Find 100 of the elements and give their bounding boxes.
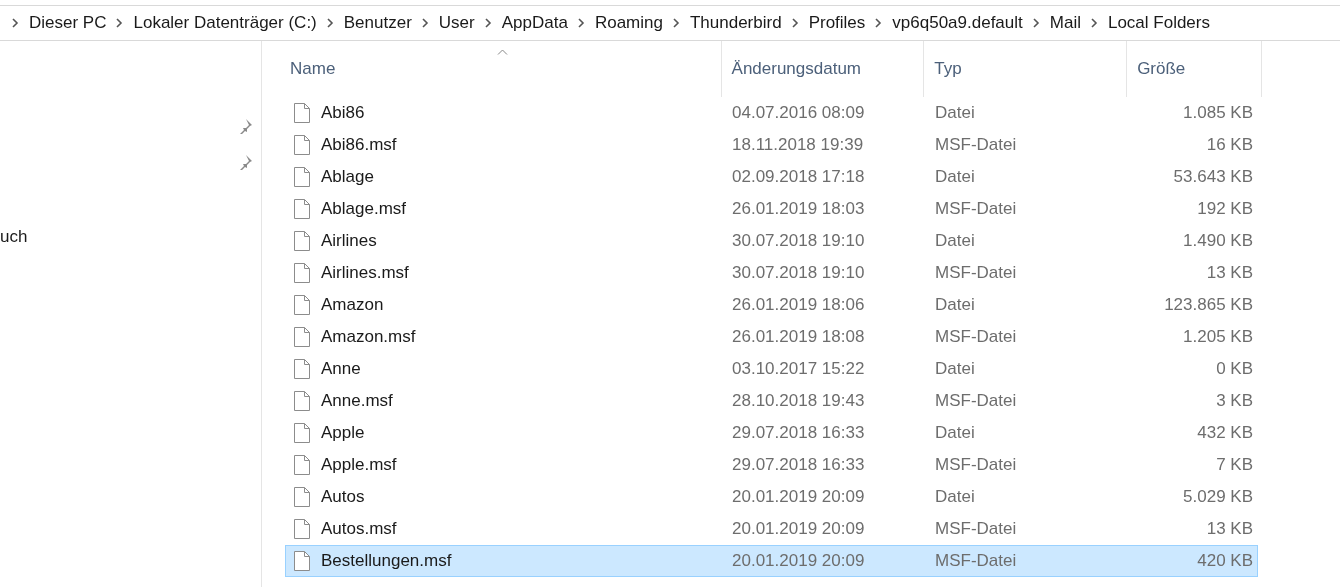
type-cell-text: MSF-Datei	[934, 518, 1018, 541]
file-name: Airlines.msf	[321, 262, 409, 285]
type-cell-text: Datei	[934, 422, 976, 445]
date-cell-text: 03.10.2017 15:22	[731, 358, 866, 381]
file-name: Bestellungen.msf	[321, 550, 452, 573]
file-name: Amazon	[321, 294, 384, 317]
address-bar[interactable]: Dieser PC Lokaler Datenträger (C:) Benutzer User AppData Roaming Thunderbird Profiles vp6q50a9.default Mail Local Folders	[0, 5, 1340, 41]
type-cell-text: MSF-Datei	[934, 454, 1018, 477]
file-icon	[293, 326, 311, 348]
chevron-icon	[577, 18, 585, 28]
file-icon	[293, 518, 311, 540]
date-cell-text: 18.11.2018 19:39	[731, 134, 865, 157]
file-row[interactable]: Abi86 04.07.2016 08:09 Datei 1.085 KB	[285, 97, 1258, 129]
file-icon	[293, 454, 311, 476]
file-row[interactable]: Amazon.msf 26.01.2019 18:08 MSF-Datei 1.205 KB	[285, 321, 1258, 353]
file-name: Abi86	[321, 102, 365, 125]
chevron-icon	[421, 18, 429, 28]
date-cell-text: 30.07.2018 19:10	[731, 230, 866, 253]
file-row[interactable]: Airlines.msf 30.07.2018 19:10 MSF-Datei 13 KB	[285, 257, 1258, 289]
file-name: Airlines	[321, 230, 377, 253]
breadcrumb-item[interactable]: User	[438, 10, 475, 36]
date-cell-text: 02.09.2018 17:18	[731, 166, 866, 189]
size-cell-text: 13 KB	[1205, 518, 1253, 541]
file-row[interactable]: Autos 20.01.2019 20:09 Datei 5.029 KB	[285, 481, 1258, 513]
breadcrumb-item[interactable]: AppData	[501, 10, 568, 36]
column-header[interactable]: Änderungsdatum	[721, 41, 925, 97]
breadcrumb-item[interactable]: Mail	[1049, 10, 1081, 36]
size-cell-text: 1.205 KB	[1182, 326, 1253, 349]
file-icon	[293, 390, 311, 412]
breadcrumb-item[interactable]: Thunderbird	[689, 10, 782, 36]
file-icon	[293, 262, 311, 284]
type-cell-text: MSF-Datei	[934, 390, 1018, 413]
chevron-icon	[1090, 18, 1098, 28]
file-icon	[293, 486, 311, 508]
file-name: Apple.msf	[321, 454, 397, 477]
date-cell-text: 29.07.2018 16:33	[731, 422, 866, 445]
date-cell-text: 04.07.2016 08:09	[731, 102, 866, 125]
size-cell-text: 1.085 KB	[1182, 102, 1253, 125]
size-cell-text: 7 KB	[1215, 454, 1253, 477]
breadcrumb-item[interactable]: vp6q50a9.default	[892, 10, 1023, 36]
file-row[interactable]: Anne 03.10.2017 15:22 Datei 0 KB	[285, 353, 1258, 385]
file-icon	[293, 134, 311, 156]
type-cell-text: MSF-Datei	[934, 550, 1018, 573]
file-name: Abi86.msf	[321, 134, 397, 157]
type-cell-text: Datei	[934, 486, 976, 509]
date-cell-text: 20.01.2019 20:09	[731, 518, 866, 541]
chevron-icon	[116, 18, 124, 28]
file-icon	[293, 102, 311, 124]
size-cell-text: 1.490 KB	[1182, 230, 1253, 253]
chevron-icon	[672, 18, 680, 28]
size-cell-text: 420 KB	[1196, 550, 1253, 573]
file-icon	[293, 166, 311, 188]
file-row[interactable]: Ablage 02.09.2018 17:18 Datei 53.643 KB	[285, 161, 1258, 193]
file-row[interactable]: Airlines 30.07.2018 19:10 Datei 1.490 KB	[285, 225, 1258, 257]
file-row[interactable]: Autos.msf 20.01.2019 20:09 MSF-Datei 13 KB	[285, 513, 1258, 545]
file-icon	[293, 198, 311, 220]
size-cell-text: 192 KB	[1196, 198, 1253, 221]
size-cell-text: 5.029 KB	[1182, 486, 1253, 509]
size-cell-text: 432 KB	[1196, 422, 1253, 445]
type-cell-text: Datei	[934, 230, 976, 253]
size-cell-text: 3 KB	[1215, 390, 1253, 413]
type-cell-text: Datei	[934, 294, 976, 317]
chevron-icon	[1032, 18, 1040, 28]
file-row[interactable]: Apple 29.07.2018 16:33 Datei 432 KB	[285, 417, 1258, 449]
size-cell-text: 16 KB	[1205, 134, 1253, 157]
file-row[interactable]: Amazon 26.01.2019 18:06 Datei 123.865 KB	[285, 289, 1258, 321]
chevron-icon	[12, 18, 19, 28]
chevron-icon	[875, 18, 883, 28]
type-cell-text: Datei	[934, 358, 976, 381]
file-row[interactable]: Bestellungen.msf 20.01.2019 20:09 MSF-Datei 420 KB	[285, 545, 1258, 577]
type-cell-text: MSF-Datei	[934, 326, 1018, 349]
date-cell-text: 20.01.2019 20:09	[731, 550, 866, 573]
file-name: Ablage	[321, 166, 374, 189]
breadcrumb-item[interactable]: Local Folders	[1107, 10, 1210, 36]
file-name: Anne.msf	[321, 390, 393, 413]
breadcrumb-item[interactable]: Benutzer	[343, 10, 412, 36]
nav-item[interactable]: uch	[0, 224, 28, 250]
size-cell-text: 53.643 KB	[1172, 166, 1253, 189]
column-header[interactable]: Typ	[924, 41, 1128, 97]
breadcrumb-item[interactable]: Profiles	[808, 10, 866, 36]
file-name: Anne	[321, 358, 361, 381]
breadcrumb-item[interactable]: Lokaler Datenträger (C:)	[133, 10, 317, 36]
column-header[interactable]: Größe	[1127, 41, 1262, 97]
date-cell-text: 26.01.2019 18:08	[731, 326, 866, 349]
date-cell-text: 29.07.2018 16:33	[731, 454, 866, 477]
file-row[interactable]: Anne.msf 28.10.2018 19:43 MSF-Datei 3 KB	[285, 385, 1258, 417]
column-header[interactable]: Name	[285, 41, 722, 97]
size-cell-text: 123.865 KB	[1163, 294, 1253, 317]
file-row[interactable]: Abi86.msf 18.11.2018 19:39 MSF-Datei 16 KB	[285, 129, 1258, 161]
file-name: Ablage.msf	[321, 198, 407, 221]
file-row[interactable]: Ablage.msf 26.01.2019 18:03 MSF-Datei 192 KB	[285, 193, 1258, 225]
size-cell-text: 0 KB	[1215, 358, 1253, 381]
type-cell-text: MSF-Datei	[934, 198, 1018, 221]
file-name: Apple	[321, 422, 365, 445]
breadcrumb-item[interactable]: Dieser PC	[29, 10, 107, 36]
file-icon	[293, 294, 311, 316]
breadcrumb-item[interactable]: Roaming	[594, 10, 663, 36]
chevron-icon	[791, 18, 799, 28]
date-cell-text: 20.01.2019 20:09	[731, 486, 866, 509]
file-row[interactable]: Apple.msf 29.07.2018 16:33 MSF-Datei 7 KB	[285, 449, 1258, 481]
